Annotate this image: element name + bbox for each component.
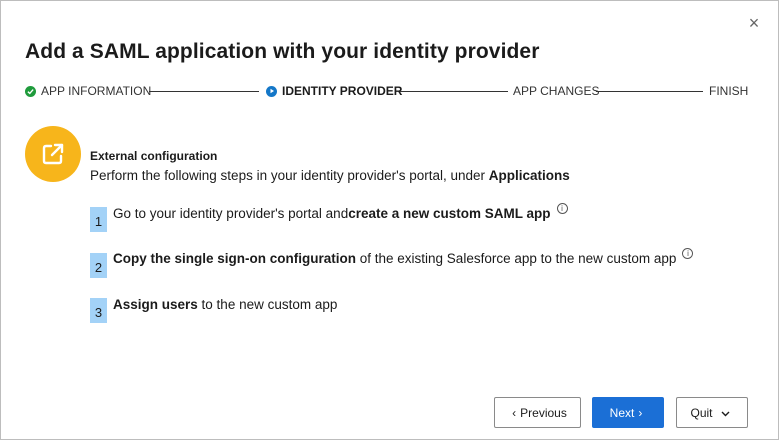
external-config-heading: External configuration: [90, 149, 218, 163]
quit-button[interactable]: Quit: [676, 397, 748, 428]
instruction-bold: create a new custom SAML app: [348, 206, 551, 221]
step-label: APP CHANGES: [513, 84, 600, 98]
dialog-title: Add a SAML application with your identit…: [25, 40, 540, 63]
info-icon[interactable]: i: [556, 203, 568, 214]
close-icon[interactable]: ×: [744, 13, 764, 33]
step-label: APP INFORMATION: [41, 84, 152, 98]
step-app-information: APP INFORMATION: [25, 83, 151, 99]
chevron-down-icon: [721, 406, 730, 420]
description-bold: Applications: [488, 168, 570, 183]
chevron-right-icon: ›: [638, 405, 643, 420]
step-connector: [596, 91, 703, 92]
step-number-badge: 1: [90, 207, 107, 232]
step-finish: FINISH: [709, 83, 748, 99]
instruction-text: Go to your identity provider's portal an…: [113, 206, 349, 221]
step-number-badge: 2: [90, 253, 107, 278]
external-link-icon: [25, 126, 81, 182]
instruction-1: Go to your identity provider's portal an…: [113, 203, 568, 221]
instruction-text: of the existing Salesforce app to the ne…: [356, 251, 677, 266]
instruction-3: Assign users to the new custom app: [113, 297, 337, 312]
step-label: IDENTITY PROVIDER: [282, 84, 403, 98]
chevron-left-icon: ‹: [512, 405, 517, 420]
check-circle-icon: [25, 85, 36, 97]
next-label: Next: [609, 405, 635, 420]
step-connector: [400, 91, 508, 92]
info-icon[interactable]: i: [682, 248, 694, 259]
previous-button[interactable]: ‹ Previous: [494, 397, 581, 428]
instruction-2: Copy the single sign-on configuration of…: [113, 248, 694, 266]
saml-dialog: × Add a SAML application with your ident…: [0, 0, 779, 440]
description-text: Perform the following steps in your iden…: [90, 168, 489, 183]
instruction-bold: Assign users: [113, 297, 198, 312]
next-button[interactable]: Next ›: [592, 397, 664, 428]
instruction-text: to the new custom app: [197, 297, 338, 312]
play-circle-icon: [266, 85, 277, 97]
step-identity-provider: IDENTITY PROVIDER: [266, 83, 402, 99]
step-label: FINISH: [709, 84, 749, 98]
external-config-description: Perform the following steps in your iden…: [90, 168, 570, 183]
step-connector: [149, 91, 259, 92]
step-number-badge: 3: [90, 298, 107, 323]
progress-stepper: APP INFORMATION IDENTITY PROVIDER APP CH…: [25, 83, 748, 99]
previous-label: Previous: [520, 405, 567, 420]
step-app-changes: APP CHANGES: [513, 83, 599, 99]
instruction-bold: Copy the single sign-on configuration: [113, 251, 356, 266]
quit-label: Quit: [690, 405, 713, 420]
